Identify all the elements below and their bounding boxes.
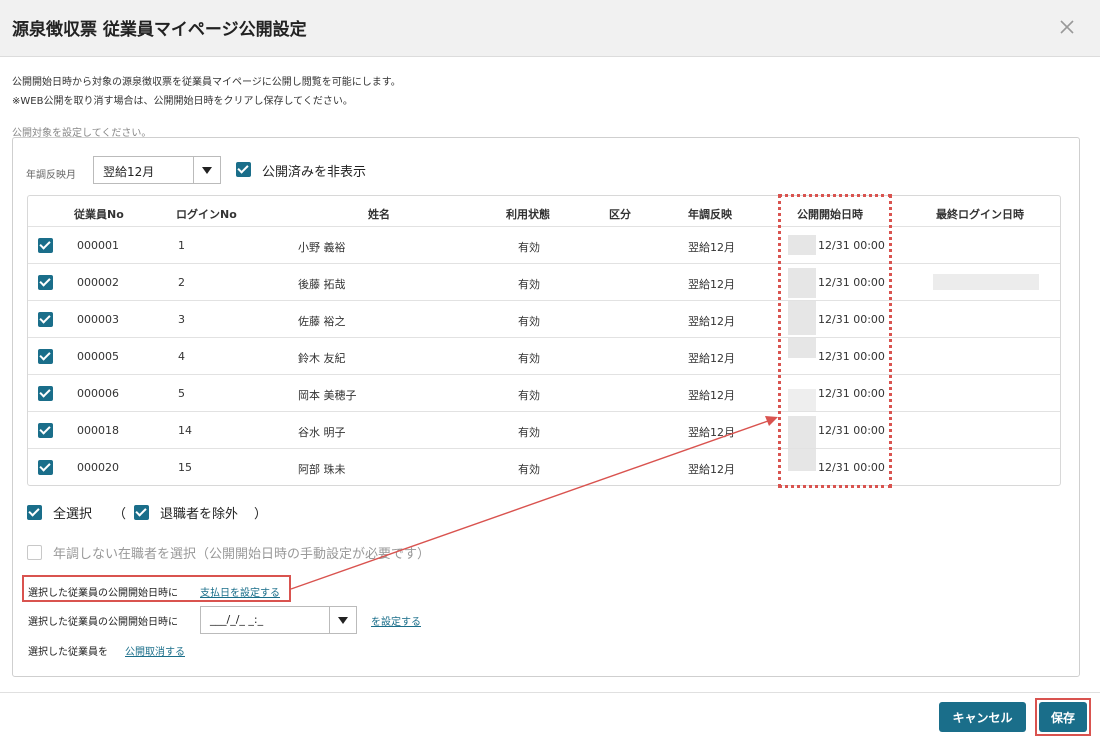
cell-login-no: 14 <box>178 424 192 437</box>
cell-year-adjust: 翌給12月 <box>688 352 735 365</box>
row-checkbox[interactable] <box>38 312 53 327</box>
cell-name: 鈴木 友紀 <box>298 352 346 365</box>
non-adjusted-checkbox[interactable] <box>27 545 42 560</box>
header-category: 区分 <box>609 208 631 221</box>
cell-name: 後藤 拓哉 <box>298 278 346 291</box>
row-checkbox[interactable] <box>38 460 53 475</box>
table-row[interactable]: 000005 4 鈴木 友紀 有効 翌給12月 12/31 00:00 <box>28 337 1060 375</box>
select-all-label: 全選択 <box>53 507 93 522</box>
hide-published-label: 公開済みを非表示 <box>262 165 367 180</box>
table-row[interactable]: 000020 15 阿部 珠未 有効 翌給12月 12/31 00:00 <box>28 448 1060 485</box>
publish-start-highlight <box>778 194 892 488</box>
cell-year-adjust: 翌給12月 <box>688 315 735 328</box>
exclude-retired-checkbox[interactable] <box>134 505 149 520</box>
cell-employee-no: 000005 <box>77 350 119 363</box>
employee-table: 従業員No ログインNo 姓名 利用状態 区分 年調反映 公開開始日時 最終ログ… <box>27 195 1061 486</box>
row-checkbox[interactable] <box>38 349 53 364</box>
cell-employee-no: 000003 <box>77 313 119 326</box>
row-checkbox[interactable] <box>38 386 53 401</box>
hide-published-checkbox[interactable] <box>236 162 251 177</box>
cell-employee-no: 000001 <box>77 239 119 252</box>
cell-employee-no: 000002 <box>77 276 119 289</box>
cell-name: 小野 義裕 <box>298 241 346 254</box>
cell-status: 有効 <box>518 426 540 439</box>
cell-login-no: 1 <box>178 239 185 252</box>
year-adjust-value: 翌給12月 <box>103 165 155 179</box>
header-year-adjust: 年調反映 <box>688 208 732 221</box>
year-adjust-select[interactable]: 翌給12月 <box>93 156 221 184</box>
row-checkbox[interactable] <box>38 275 53 290</box>
cell-name: 岡本 美穂子 <box>298 389 357 402</box>
non-adjusted-label: 年調しない在職者を選択（公開開始日時の手動設定が必要です） <box>53 547 431 562</box>
table-row[interactable]: 000002 2 後藤 拓哉 有効 翌給12月 12/31 00:00 <box>28 263 1060 301</box>
description-line-2: ※WEB公開を取り消す場合は、公開開始日時をクリアし保存してください。 <box>12 96 353 107</box>
header-employee-no: 従業員No <box>74 208 124 221</box>
cell-year-adjust: 翌給12月 <box>688 463 735 476</box>
cell-year-adjust: 翌給12月 <box>688 241 735 254</box>
cancel-button[interactable]: キャンセル <box>939 702 1026 732</box>
datetime-value: ___/_/_ _:_ <box>210 613 264 626</box>
redacted-block <box>933 274 1039 290</box>
set-payday-highlight <box>22 575 291 602</box>
table-row[interactable]: 000006 5 岡本 美穂子 有効 翌給12月 12/31 00:00 <box>28 374 1060 412</box>
save-button[interactable]: 保存 <box>1039 702 1087 732</box>
set-datetime-prefix: 選択した従業員の公開開始日時に <box>28 617 178 628</box>
year-adjust-label: 年調反映月 <box>26 170 76 181</box>
dialog-header: 源泉徴収票 従業員マイページ公開設定 <box>0 0 1100 57</box>
cell-login-no: 4 <box>178 350 185 363</box>
cancel-publish-prefix: 選択した従業員を <box>28 647 108 658</box>
cell-name: 阿部 珠未 <box>298 463 346 476</box>
cell-status: 有効 <box>518 241 540 254</box>
table-row[interactable]: 000003 3 佐藤 裕之 有効 翌給12月 12/31 00:00 <box>28 300 1060 338</box>
close-paren: ） <box>254 507 268 522</box>
header-status: 利用状態 <box>506 208 550 221</box>
description-line-1: 公開開始日時から対象の源泉徴収票を従業員マイページに公開し閲覧を可能にします。 <box>12 77 401 88</box>
dialog-title: 源泉徴収票 従業員マイページ公開設定 <box>12 20 307 40</box>
chevron-down-icon[interactable] <box>329 607 356 633</box>
cell-name: 谷水 明子 <box>298 426 346 439</box>
cell-year-adjust: 翌給12月 <box>688 278 735 291</box>
cell-year-adjust: 翌給12月 <box>688 426 735 439</box>
datetime-input[interactable]: ___/_/_ _:_ <box>200 606 357 634</box>
cell-employee-no: 000006 <box>77 387 119 400</box>
exclude-retired-label: 退職者を除外 <box>160 507 239 522</box>
cancel-publish-link[interactable]: 公開取消する <box>125 643 185 658</box>
cell-employee-no: 000020 <box>77 461 119 474</box>
cell-name: 佐藤 裕之 <box>298 315 346 328</box>
cell-status: 有効 <box>518 278 540 291</box>
select-all-checkbox[interactable] <box>27 505 42 520</box>
cell-status: 有効 <box>518 352 540 365</box>
set-datetime-link[interactable]: を設定する <box>371 613 421 628</box>
cell-year-adjust: 翌給12月 <box>688 389 735 402</box>
footer-divider <box>0 692 1100 693</box>
row-checkbox[interactable] <box>38 423 53 438</box>
header-login-no: ログインNo <box>176 208 237 221</box>
table-row[interactable]: 000018 14 谷水 明子 有効 翌給12月 12/31 00:00 <box>28 411 1060 449</box>
cell-login-no: 3 <box>178 313 185 326</box>
cell-status: 有効 <box>518 463 540 476</box>
header-name: 姓名 <box>368 208 390 221</box>
table-row[interactable]: 000001 1 小野 義裕 有効 翌給12月 12/31 00:00 <box>28 226 1060 264</box>
close-icon[interactable] <box>1056 16 1078 38</box>
header-last-login: 最終ログイン日時 <box>936 208 1024 221</box>
row-checkbox[interactable] <box>38 238 53 253</box>
cell-login-no: 5 <box>178 387 185 400</box>
cell-status: 有効 <box>518 315 540 328</box>
cell-login-no: 2 <box>178 276 185 289</box>
cell-status: 有効 <box>518 389 540 402</box>
cell-login-no: 15 <box>178 461 192 474</box>
open-paren: （ <box>113 507 127 522</box>
chevron-down-icon[interactable] <box>193 157 220 183</box>
cell-employee-no: 000018 <box>77 424 119 437</box>
